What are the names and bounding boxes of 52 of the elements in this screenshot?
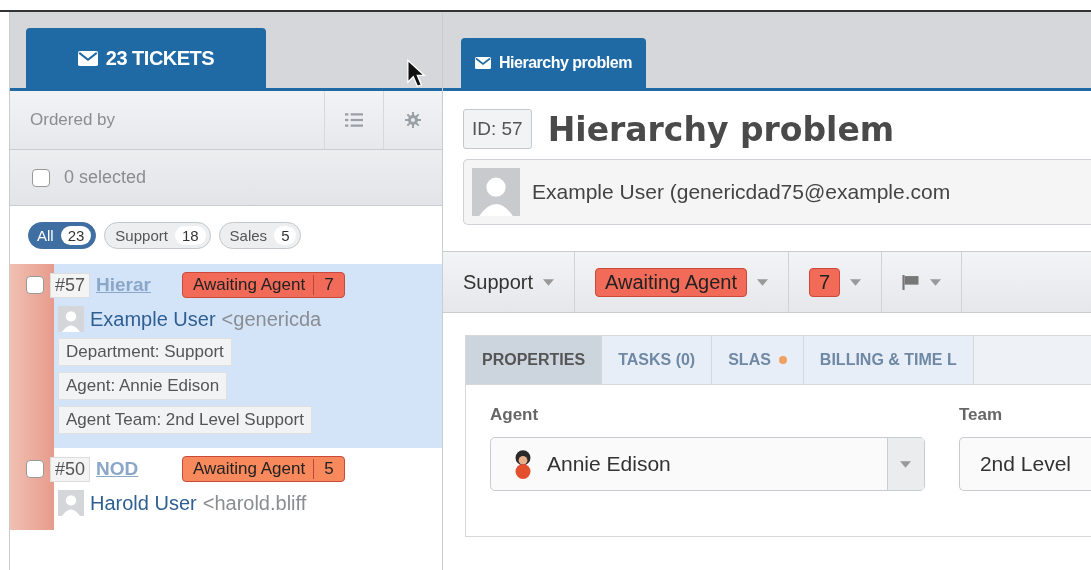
requester-field[interactable]: Example User (genericdad75@example.com xyxy=(463,159,1091,225)
status-badge: Awaiting Agent 5 xyxy=(182,456,345,482)
requester-name: Example User (genericdad75@example.com xyxy=(532,180,951,204)
properties-tab[interactable]: TASKS (0) xyxy=(602,336,713,384)
user-email: <harold.bliff xyxy=(202,491,307,515)
user-avatar-icon xyxy=(58,490,84,516)
ticket-checkbox[interactable] xyxy=(26,460,44,478)
ticket-tag: Agent Team: 2nd Level Support xyxy=(58,406,312,434)
user-email: <genericda xyxy=(221,307,322,331)
select-field[interactable]: Annie Edison xyxy=(490,437,925,491)
envelope-icon xyxy=(77,50,98,66)
select-field[interactable]: 2nd Level xyxy=(958,437,1091,491)
urgency-label: 7 xyxy=(809,267,841,297)
envelope-icon xyxy=(475,57,491,69)
ticket-row[interactable]: #57 Hierar Awaiting Agent 7 Example User <genericda Department: Support Agent: Annie Edison Agent Team: 2nd Level Support xyxy=(10,264,442,448)
ticket-checkbox[interactable] xyxy=(26,276,44,294)
department-label: Support xyxy=(463,270,534,294)
toolbar-dropdown[interactable]: 7 xyxy=(789,252,883,312)
ordered-by-label: Ordered by xyxy=(30,110,116,130)
status-label: Awaiting Agent xyxy=(595,267,747,297)
status-badge: Awaiting Agent 7 xyxy=(182,272,345,298)
toolbar-dropdown[interactable]: Awaiting Agent xyxy=(575,252,789,312)
user-avatar-icon xyxy=(58,306,84,332)
caret-icon xyxy=(543,278,555,286)
select-all-checkbox[interactable] xyxy=(32,168,50,187)
ticket-tab[interactable]: Hierarchy problem xyxy=(461,38,646,88)
properties-tab[interactable]: BILLING & TIME L xyxy=(803,336,974,384)
filter-pill[interactable]: Sales 5 xyxy=(218,221,302,249)
caret-icon xyxy=(850,278,862,286)
properties-tab[interactable]: SLAS xyxy=(712,336,804,384)
mouse-pointer-icon xyxy=(406,59,426,89)
user-name: Example User xyxy=(90,307,216,331)
caret-icon xyxy=(900,460,912,468)
selected-count-label: 0 selected xyxy=(64,167,147,188)
user-avatar-icon xyxy=(472,168,520,216)
caret-icon xyxy=(930,278,942,286)
toolbar-dropdown[interactable]: Support xyxy=(443,252,576,312)
tickets-tab[interactable]: 23 TICKETS xyxy=(26,28,266,88)
ticket-id-label: ID: 57 xyxy=(463,109,532,149)
ticket-tag: Department: Support xyxy=(58,338,232,366)
ticket-id: #57 xyxy=(50,272,91,298)
ticket-id: #50 xyxy=(50,456,91,482)
filter-pill[interactable]: All 23 xyxy=(28,221,97,249)
field-label: Agent xyxy=(490,405,540,425)
ticket-title: Hierarchy problem xyxy=(547,109,895,149)
flag-icon xyxy=(902,274,921,290)
ticket-tag: Agent: Annie Edison xyxy=(58,372,228,400)
properties-tab[interactable]: PROPERTIES xyxy=(466,336,603,384)
filter-pill[interactable]: Support 18 xyxy=(104,221,211,249)
field-label: Team xyxy=(958,405,1004,425)
caret-icon xyxy=(757,278,768,286)
user-name: Harold User xyxy=(90,491,197,515)
